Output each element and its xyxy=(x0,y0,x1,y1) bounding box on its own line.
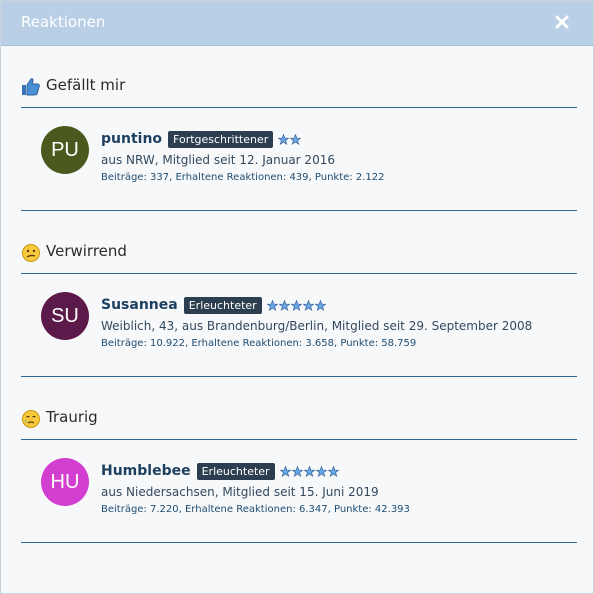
member-meta: aus Niedersachsen, Mitglied seit 15. Jun… xyxy=(101,485,379,499)
star-icon xyxy=(278,299,290,311)
username-link[interactable]: puntino xyxy=(101,131,162,147)
rank-badge: Erleuchteter xyxy=(196,462,275,480)
section-title: Verwirrend xyxy=(46,242,127,260)
username-link[interactable]: Humblebee xyxy=(101,463,191,479)
rank-badge: Fortgeschrittener xyxy=(168,130,274,148)
star-icon xyxy=(278,133,290,145)
star-icon xyxy=(303,465,315,477)
section-header: Gefällt mir xyxy=(21,75,577,103)
name-row: Susannea Erleuchteter xyxy=(101,294,532,316)
thumbs-up-icon xyxy=(21,77,40,96)
rank-badge: Erleuchteter xyxy=(183,296,262,314)
member-meta: Weiblich, 43, aus Brandenburg/Berlin, Mi… xyxy=(101,319,533,333)
reactions-dialog: Reaktionen Gefällt mir PU puntino Fortge… xyxy=(0,0,594,594)
rank-stars xyxy=(279,465,340,477)
star-icon xyxy=(290,133,302,145)
reaction-section-confused: Verwirrend SU Susannea Erleuchteter Weib… xyxy=(21,241,577,377)
member-info: Humblebee Erleuchteter aus Niedersachsen… xyxy=(101,460,410,515)
divider xyxy=(21,376,577,377)
star-icon xyxy=(291,465,303,477)
section-header: Traurig xyxy=(21,407,577,435)
member-stats: Beiträge: 7.220, Erhaltene Reaktionen: 6… xyxy=(101,504,410,515)
name-row: puntino Fortgeschrittener xyxy=(101,128,384,150)
close-icon[interactable] xyxy=(553,13,571,31)
confused-face-icon xyxy=(21,243,40,262)
member-row: PU puntino Fortgeschrittener aus NRW, Mi… xyxy=(21,108,577,210)
member-row: HU Humblebee Erleuchteter aus Niedersach… xyxy=(21,440,577,542)
star-icon xyxy=(314,299,326,311)
star-icon xyxy=(315,465,327,477)
name-row: Humblebee Erleuchteter xyxy=(101,460,410,482)
star-icon xyxy=(266,299,278,311)
avatar[interactable]: HU xyxy=(41,458,89,506)
star-icon xyxy=(302,299,314,311)
dialog-title: Reaktionen xyxy=(21,13,106,31)
star-icon xyxy=(327,465,339,477)
section-title: Traurig xyxy=(46,408,98,426)
member-stats: Beiträge: 10.922, Erhaltene Reaktionen: … xyxy=(101,338,417,349)
reaction-section-like: Gefällt mir PU puntino Fortgeschrittener… xyxy=(21,75,577,211)
reaction-section-sad: Traurig HU Humblebee Erleuchteter aus Ni… xyxy=(21,407,577,543)
section-title: Gefällt mir xyxy=(46,76,126,94)
star-icon xyxy=(290,299,302,311)
username-link[interactable]: Susannea xyxy=(101,297,178,313)
divider xyxy=(21,542,577,543)
dialog-titlebar: Reaktionen xyxy=(1,1,593,46)
star-icon xyxy=(279,465,291,477)
section-header: Verwirrend xyxy=(21,241,577,269)
member-info: Susannea Erleuchteter Weiblich, 43, aus … xyxy=(101,294,532,349)
sad-face-icon xyxy=(21,409,40,428)
member-stats: Beiträge: 337, Erhaltene Reaktionen: 439… xyxy=(101,172,385,183)
member-meta: aus NRW, Mitglied seit 12. Januar 2016 xyxy=(101,153,335,167)
avatar[interactable]: PU xyxy=(41,126,89,174)
rank-stars xyxy=(278,133,302,145)
divider xyxy=(21,210,577,211)
avatar[interactable]: SU xyxy=(41,292,89,340)
rank-stars xyxy=(266,299,327,311)
member-info: puntino Fortgeschrittener aus NRW, Mitgl… xyxy=(101,128,384,183)
member-row: SU Susannea Erleuchteter Weiblich, 43, a… xyxy=(21,274,577,376)
